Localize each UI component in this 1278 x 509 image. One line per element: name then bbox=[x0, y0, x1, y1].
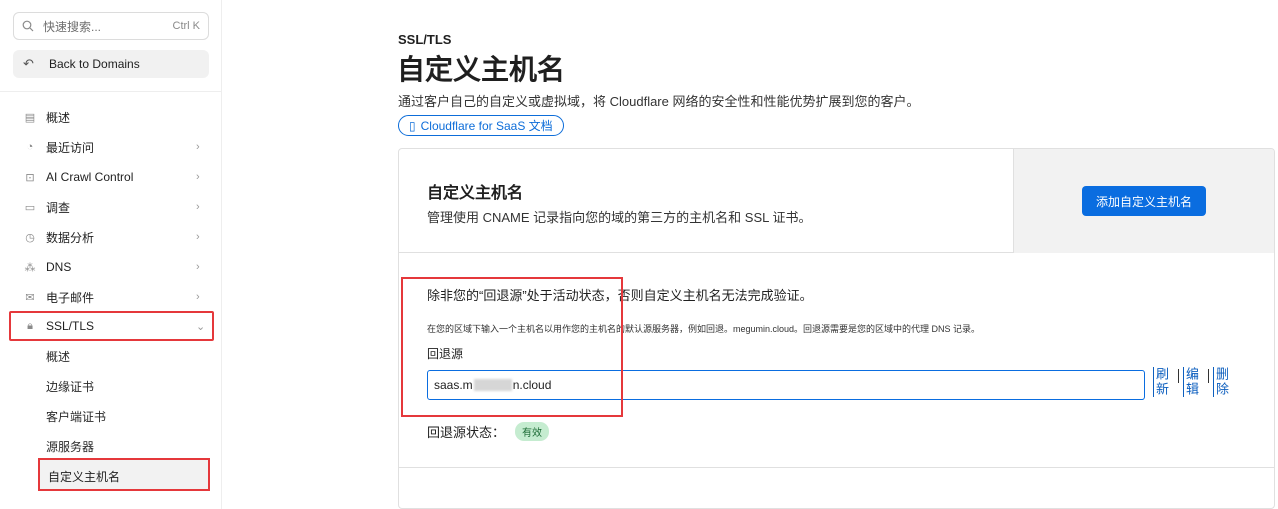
document-icon: ▤ bbox=[24, 111, 36, 124]
delete-link[interactable]: 删除 bbox=[1208, 367, 1229, 397]
sidebar-item-recent[interactable]: ◔ 最近访问 › bbox=[24, 135, 204, 159]
action-separator bbox=[1208, 369, 1209, 383]
chevron-right-icon: › bbox=[196, 201, 200, 213]
sidebar-item-label: AI Crawl Control bbox=[46, 170, 134, 184]
chevron-right-icon: › bbox=[196, 231, 200, 243]
investigate-icon: ▭ bbox=[24, 201, 36, 214]
sidebar-item-label: SSL/TLS bbox=[46, 319, 95, 333]
sidebar-item-email[interactable]: ✉ 电子邮件 › bbox=[24, 285, 204, 309]
sidebar-item-label: DNS bbox=[46, 260, 72, 274]
sidebar-item-analytics[interactable]: ◷ 数据分析 › bbox=[24, 225, 204, 249]
docs-link-button[interactable]: ▯ Cloudflare for SaaS 文档 bbox=[398, 115, 564, 136]
card-divider bbox=[399, 467, 1274, 468]
sidebar-item-label: 概述 bbox=[46, 110, 71, 125]
sidebar-subitem-origin-server[interactable]: 源服务器 bbox=[46, 436, 94, 456]
chevron-right-icon: › bbox=[196, 141, 200, 153]
network-icon: ⁂ bbox=[24, 261, 36, 274]
sidebar-item-dns[interactable]: ⁂ DNS › bbox=[24, 255, 204, 279]
refresh-link[interactable]: 刷新 bbox=[1154, 367, 1169, 397]
sidebar-item-investigate[interactable]: ▭ 调查 › bbox=[24, 195, 204, 219]
back-to-domains-button[interactable]: ↶ Back to Domains bbox=[13, 50, 209, 78]
search-shortcut: Ctrl K bbox=[172, 20, 201, 32]
edit-link[interactable]: 编辑 bbox=[1178, 367, 1199, 397]
search-placeholder: 快速搜索... bbox=[43, 19, 102, 34]
chevron-right-icon: › bbox=[196, 291, 200, 303]
sidebar-item-overview[interactable]: ▤ 概述 bbox=[24, 105, 204, 129]
card-title: 自定义主机名 bbox=[427, 185, 524, 202]
sidebar-item-ai-crawl-control[interactable]: ⊡ AI Crawl Control › bbox=[24, 165, 204, 189]
search-icon bbox=[22, 20, 34, 32]
sidebar-subitem-edge-certificates[interactable]: 边缘证书 bbox=[46, 376, 94, 396]
sidebar-item-label: 最近访问 bbox=[46, 140, 95, 155]
chart-pie-icon: ◷ bbox=[25, 231, 35, 244]
sidebar-subitem-client-certificates[interactable]: 客户端证书 bbox=[46, 406, 106, 426]
sidebar-item-label: 数据分析 bbox=[46, 230, 95, 245]
book-icon: ▯ bbox=[409, 118, 416, 133]
sidebar: 快速搜索... Ctrl K ↶ Back to Domains ▤ 概述 ◔ … bbox=[0, 0, 222, 509]
highlight-box-fallback bbox=[401, 277, 623, 417]
edit-label: 编辑 bbox=[1184, 367, 1199, 397]
back-label: Back to Domains bbox=[49, 57, 140, 71]
docs-link-label: Cloudflare for SaaS 文档 bbox=[420, 119, 553, 133]
chevron-right-icon: › bbox=[196, 261, 200, 273]
fallback-status-label: 回退源状态： bbox=[427, 425, 506, 440]
card-header: 自定义主机名 管理使用 CNAME 记录指向您的域的第三方的主机名和 SSL 证… bbox=[399, 149, 1274, 253]
page-description: 通过客户自己的自定义或虚拟域，将 Cloudflare 网络的安全性和性能优势扩… bbox=[398, 94, 920, 109]
action-separator bbox=[1178, 369, 1179, 383]
sidebar-item-label: 电子邮件 bbox=[46, 290, 95, 305]
breadcrumb: SSL/TLS bbox=[398, 32, 452, 47]
back-arrow-icon: ↶ bbox=[23, 56, 34, 71]
chevron-down-icon: ⌄ bbox=[196, 320, 206, 333]
page-title: 自定义主机名 bbox=[397, 54, 566, 85]
status-badge: 有效 bbox=[515, 422, 550, 441]
lock-icon: 🔒︎ bbox=[27, 319, 33, 332]
sidebar-subitem-label: 自定义主机名 bbox=[48, 470, 121, 484]
chevron-right-icon: › bbox=[196, 171, 200, 183]
sidebar-item-label: 调查 bbox=[46, 200, 71, 215]
fallback-status-row: 回退源状态： 有效 bbox=[427, 422, 550, 441]
clock-history-icon: ◔ bbox=[26, 141, 34, 153]
search-input[interactable]: 快速搜索... Ctrl K bbox=[13, 12, 209, 40]
sidebar-divider bbox=[0, 91, 222, 92]
sidebar-subitem-custom-hostnames[interactable]: 自定义主机名 bbox=[38, 458, 210, 491]
fallback-actions: 刷新 编辑 删除 bbox=[1154, 367, 1229, 397]
robot-icon: ⊡ bbox=[25, 171, 35, 184]
add-custom-hostname-button[interactable]: 添加自定义主机名 bbox=[1082, 186, 1206, 216]
card-subtitle: 管理使用 CNAME 记录指向您的域的第三方的主机名和 SSL 证书。 bbox=[427, 210, 812, 225]
sidebar-item-ssl-tls[interactable]: 🔒︎ SSL/TLS ⌄ bbox=[24, 314, 206, 338]
mail-icon: ✉ bbox=[25, 291, 35, 304]
refresh-label: 刷新 bbox=[1154, 367, 1169, 397]
sidebar-subitem-overview[interactable]: 概述 bbox=[46, 346, 70, 366]
delete-label: 删除 bbox=[1214, 367, 1229, 397]
